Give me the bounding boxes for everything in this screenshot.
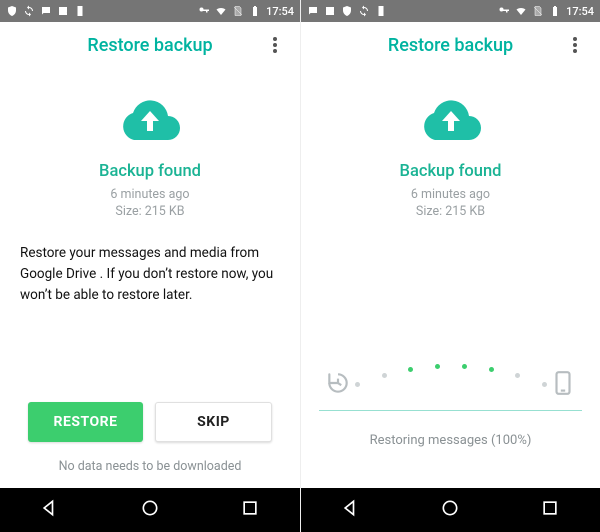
skip-button[interactable]: SKIP: [155, 402, 272, 442]
image-icon: [324, 5, 336, 17]
progress-dots: [355, 364, 546, 392]
nav-recent-button[interactable]: [540, 498, 560, 522]
status-time: 17:54: [566, 5, 594, 18]
page-title: Restore backup: [87, 35, 212, 56]
device-icon: [74, 5, 86, 17]
shield-icon: [6, 5, 18, 17]
cloud-upload-icon: [118, 96, 182, 148]
download-footnote: No data needs to be downloaded: [0, 459, 300, 474]
backup-size: Size: 215 KB: [411, 204, 490, 221]
chat-icon: [40, 5, 52, 17]
battery-icon: [249, 5, 261, 17]
backup-meta: 6 minutes ago Size: 215 KB: [110, 187, 189, 221]
backup-found-title: Backup found: [99, 162, 201, 181]
nav-home-button[interactable]: [440, 498, 460, 522]
app-header: Restore backup: [0, 22, 300, 68]
backup-found-title: Backup found: [400, 162, 502, 181]
app-header: Restore backup: [301, 22, 600, 68]
phone-left: 17:54 Restore backup Backup found 6 minu…: [0, 0, 300, 532]
phone-right: 17:54 Restore backup Backup found 6 minu…: [300, 0, 600, 532]
nav-back-button[interactable]: [40, 498, 60, 522]
backup-meta: 6 minutes ago Size: 215 KB: [411, 187, 490, 221]
no-sim-icon: [232, 5, 244, 17]
wifi-icon: [215, 5, 227, 17]
restore-button[interactable]: RESTORE: [28, 402, 143, 442]
sync-icon: [358, 5, 370, 17]
content-area: Backup found 6 minutes ago Size: 215 KB …: [0, 68, 300, 488]
restore-description: Restore your messages and media from Goo…: [18, 243, 282, 306]
page-title: Restore backup: [388, 35, 513, 56]
content-area: Backup found 6 minutes ago Size: 215 KB: [301, 68, 600, 488]
backup-size: Size: 215 KB: [110, 204, 189, 221]
nav-back-button[interactable]: [341, 498, 361, 522]
nav-bar: [301, 488, 600, 532]
shield-icon: [341, 5, 353, 17]
phone-icon: [550, 370, 576, 400]
status-bar: 17:54: [301, 0, 600, 22]
nav-home-button[interactable]: [140, 498, 160, 522]
status-bar: 17:54: [0, 0, 300, 22]
sync-icon: [23, 5, 35, 17]
image-icon: [57, 5, 69, 17]
backup-age: 6 minutes ago: [110, 187, 189, 204]
progress-panel: Restoring messages (100%): [319, 364, 582, 448]
backup-age: 6 minutes ago: [411, 187, 490, 204]
vpn-key-icon: [498, 5, 510, 17]
more-vert-icon: [273, 37, 277, 53]
button-row: RESTORE SKIP: [0, 402, 300, 442]
vpn-key-icon: [198, 5, 210, 17]
nav-bar: [0, 488, 300, 532]
wifi-icon: [515, 5, 527, 17]
no-sim-icon: [532, 5, 544, 17]
progress-bar: [319, 410, 582, 411]
transfer-arc: [319, 364, 582, 408]
nav-recent-button[interactable]: [240, 498, 260, 522]
device-icon: [375, 5, 387, 17]
progress-text: Restoring messages (100%): [319, 433, 582, 448]
history-icon: [325, 370, 351, 400]
battery-icon: [549, 5, 561, 17]
status-time: 17:54: [266, 5, 294, 18]
overflow-menu-button[interactable]: [560, 22, 590, 68]
cloud-upload-icon: [419, 96, 483, 148]
more-vert-icon: [573, 37, 577, 53]
chat-icon: [307, 5, 319, 17]
overflow-menu-button[interactable]: [260, 22, 290, 68]
